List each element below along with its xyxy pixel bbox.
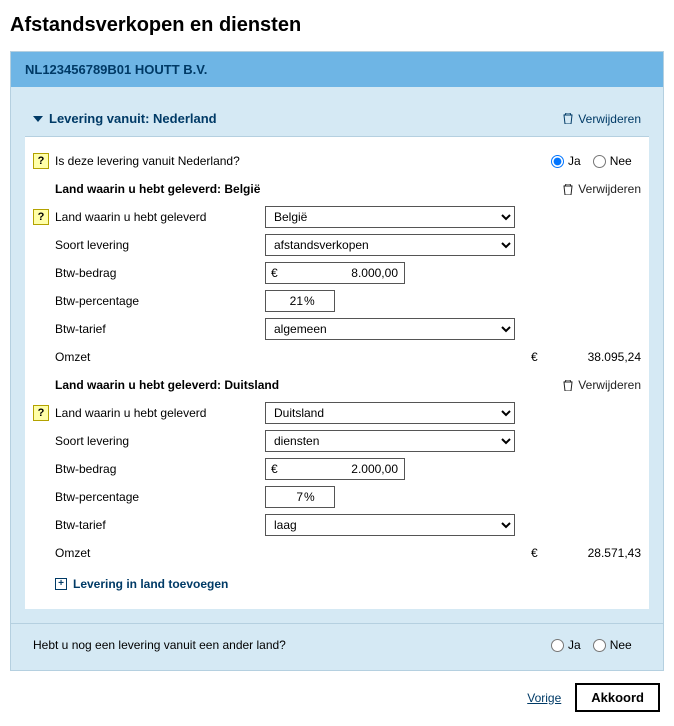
add-country-button[interactable]: + Levering in land toevoegen [55, 571, 228, 591]
label-btw-percentage: Btw-percentage [55, 490, 265, 504]
company-id-header: NL123456789B01 HOUTT B.V. [11, 52, 663, 87]
trash-icon [563, 184, 573, 195]
label-btw-percentage: Btw-percentage [55, 294, 265, 308]
main-panel: NL123456789B01 HOUTT B.V. Levering vanui… [10, 51, 664, 671]
label-land-geleverd: Land waarin u hebt geleverd [55, 210, 265, 224]
page-title: Afstandsverkopen en diensten [10, 14, 664, 37]
help-icon[interactable]: ? [33, 405, 49, 421]
previous-link[interactable]: Vorige [527, 691, 561, 705]
input-btw-pct-1[interactable]: % [265, 486, 335, 508]
label-omzet: Omzet [55, 350, 265, 364]
label-omzet: Omzet [55, 546, 265, 560]
trash-icon [563, 113, 573, 124]
help-icon[interactable]: ? [33, 209, 49, 225]
currency-symbol: € [531, 546, 561, 560]
select-land-0[interactable]: België [265, 206, 515, 228]
label-soort-levering: Soort levering [55, 238, 265, 252]
country-1-header: Land waarin u hebt geleverd: Duitsland [55, 378, 563, 392]
omzet-value-1: 28.571,43 [561, 546, 641, 560]
delete-country-1-button[interactable]: Verwijderen [563, 378, 641, 392]
chevron-down-icon [33, 116, 43, 122]
select-soort-0[interactable]: afstandsverkopen [265, 234, 515, 256]
radio-nee-other[interactable]: Nee [593, 638, 632, 652]
trash-icon [563, 380, 573, 391]
label-btw-bedrag: Btw-bedrag [55, 266, 265, 280]
question-from-nl: Is deze levering vanuit Nederland? [55, 154, 551, 168]
delivery-from-header[interactable]: Levering vanuit: Nederland Verwijderen [25, 101, 649, 137]
country-0-header: Land waarin u hebt geleverd: België [55, 182, 563, 196]
radio-ja-other[interactable]: Ja [551, 638, 581, 652]
label-btw-tarief: Btw-tarief [55, 518, 265, 532]
input-btw-bedrag-0[interactable]: € [265, 262, 405, 284]
input-btw-pct-0[interactable]: % [265, 290, 335, 312]
select-soort-1[interactable]: diensten [265, 430, 515, 452]
delivery-from-title: Levering vanuit: Nederland [49, 111, 217, 126]
accept-button[interactable]: Akkoord [575, 683, 660, 712]
label-btw-bedrag: Btw-bedrag [55, 462, 265, 476]
label-btw-tarief: Btw-tarief [55, 322, 265, 336]
select-land-1[interactable]: Duitsland [265, 402, 515, 424]
label-soort-levering: Soort levering [55, 434, 265, 448]
input-btw-bedrag-1[interactable]: € [265, 458, 405, 480]
select-tarief-1[interactable]: laag [265, 514, 515, 536]
question-other-country: Hebt u nog een levering vanuit een ander… [33, 638, 551, 652]
plus-icon: + [55, 578, 67, 590]
radio-nee-from-nl[interactable]: Nee [593, 154, 632, 168]
delete-delivery-from-button[interactable]: Verwijderen [563, 112, 641, 126]
select-tarief-0[interactable]: algemeen [265, 318, 515, 340]
currency-symbol: € [531, 350, 561, 364]
omzet-value-0: 38.095,24 [561, 350, 641, 364]
radio-ja-from-nl[interactable]: Ja [551, 154, 581, 168]
help-icon[interactable]: ? [33, 153, 49, 169]
label-land-geleverd: Land waarin u hebt geleverd [55, 406, 265, 420]
delete-country-0-button[interactable]: Verwijderen [563, 182, 641, 196]
